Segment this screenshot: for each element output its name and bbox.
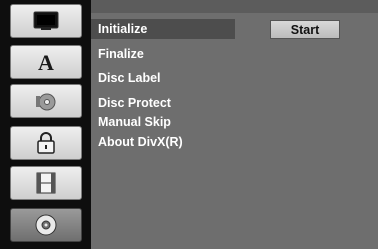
disc-icon [34,213,58,237]
menu-header-strip [91,0,235,13]
disc-audio-icon [33,90,59,112]
menu-item-disc-label[interactable]: Disc Label [98,71,161,85]
setup-menu-screen: A Initialize Finalize Disc Label Disc Pr… [0,0,378,249]
sidebar-item-lock[interactable] [10,126,82,160]
menu-item-manual-skip[interactable]: Manual Skip [98,115,171,129]
menu-item-disc-protect[interactable]: Disc Protect [98,96,171,110]
sidebar-item-display[interactable] [10,4,82,38]
options-header-strip [235,0,378,13]
film-icon [33,172,59,194]
lock-icon [35,131,57,155]
tv-icon [33,11,59,31]
font-icon: A [33,50,59,74]
start-button[interactable]: Start [270,20,340,39]
options-panel [235,13,378,249]
menu-item-about-divx[interactable]: About DivX(R) [98,135,183,149]
svg-text:A: A [38,50,54,74]
sidebar-item-recording[interactable] [10,166,82,200]
category-sidebar: A [4,0,88,249]
menu-item-finalize[interactable]: Finalize [98,47,144,61]
sidebar-item-disc[interactable] [10,208,82,242]
sidebar-item-language[interactable]: A [10,45,82,79]
menu-item-initialize[interactable]: Initialize [98,22,147,36]
sidebar-item-audio[interactable] [10,84,82,118]
